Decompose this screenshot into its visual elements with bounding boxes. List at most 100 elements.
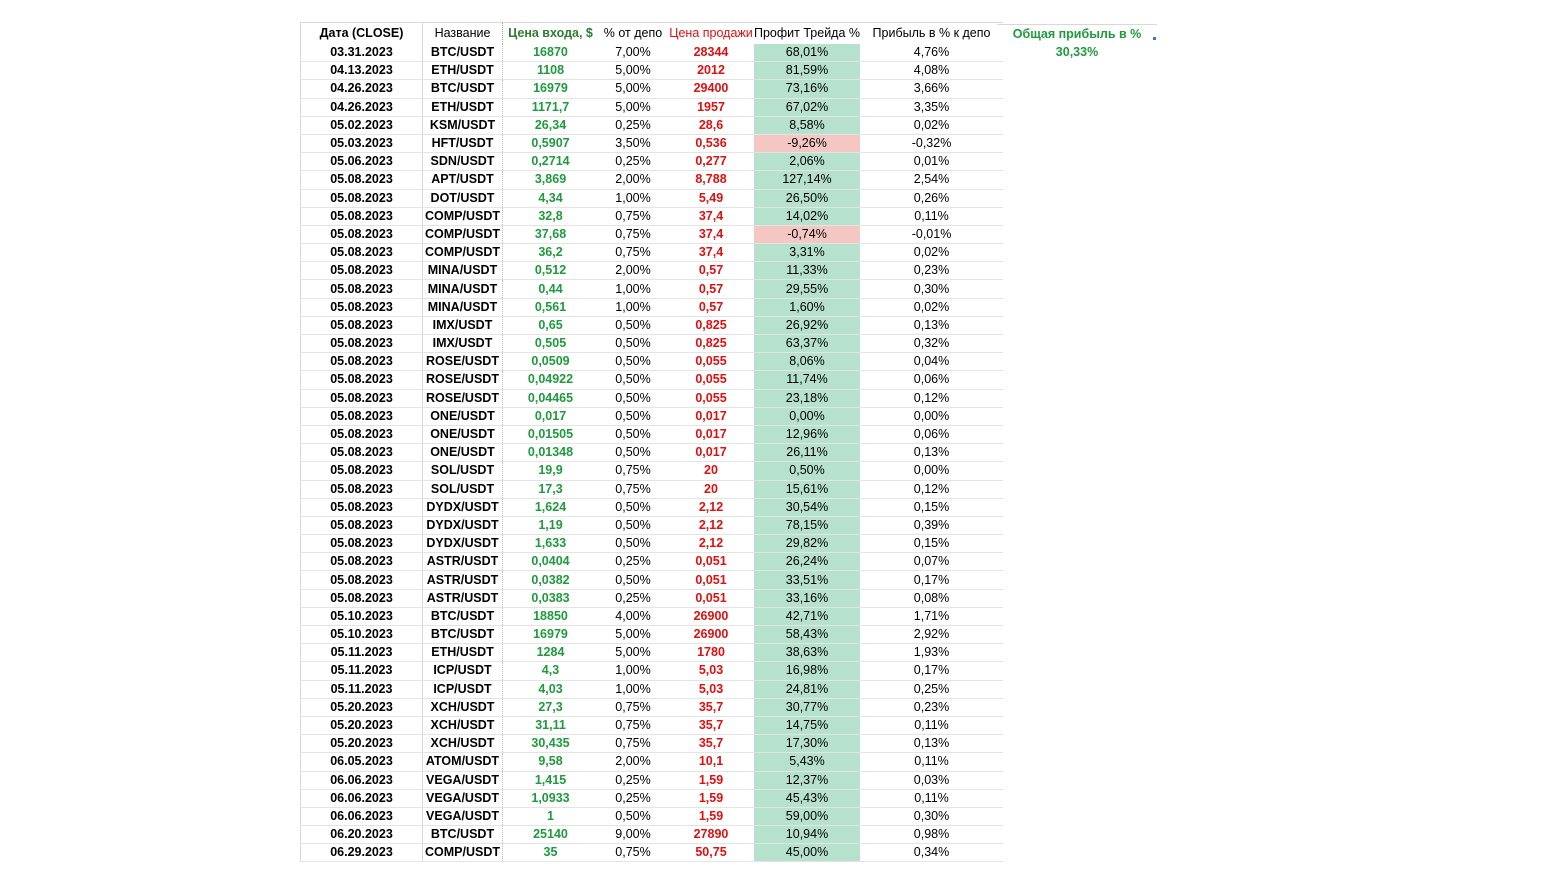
cell-percent-of-deposit[interactable]: 1,00%	[598, 189, 668, 208]
cell-date[interactable]: 05.08.2023	[300, 352, 423, 372]
cell-sell-price[interactable]: 28,6	[668, 116, 754, 135]
cell-date[interactable]: 05.08.2023	[300, 334, 423, 354]
cell-trade-profit[interactable]: 17,30%	[754, 734, 861, 754]
cell-entry-price[interactable]: 26,34	[502, 116, 598, 135]
cell-sell-price[interactable]: 2,12	[668, 516, 754, 536]
cell-percent-of-deposit[interactable]: 4,00%	[598, 607, 668, 627]
cell-percent-of-deposit[interactable]: 0,75%	[598, 716, 668, 736]
cell-name[interactable]: DOT/USDT	[422, 189, 503, 208]
cell-date[interactable]: 05.20.2023	[300, 716, 423, 736]
cell-name[interactable]: SOL/USDT	[422, 461, 503, 481]
cell-entry-price[interactable]: 0,0404	[502, 552, 598, 572]
cell-date[interactable]: 05.10.2023	[300, 607, 423, 627]
cell-percent-of-deposit[interactable]: 0,25%	[598, 552, 668, 572]
cell-entry-price[interactable]: 0,01348	[502, 443, 598, 463]
cell-sell-price[interactable]: 35,7	[668, 734, 754, 754]
cell-name[interactable]: ASTR/USDT	[422, 589, 503, 608]
cell-trade-profit[interactable]: 26,92%	[754, 316, 861, 336]
cell-percent-of-deposit[interactable]: 0,25%	[598, 771, 668, 790]
cell-entry-price[interactable]: 1171,7	[502, 98, 598, 117]
cell-sell-price[interactable]: 0,57	[668, 298, 754, 317]
cell-sell-price[interactable]: 1780	[668, 643, 754, 663]
cell-percent-of-deposit[interactable]: 0,75%	[598, 225, 668, 245]
cell-entry-price[interactable]: 16870	[502, 44, 598, 63]
cell-sell-price[interactable]: 8,788	[668, 170, 754, 190]
cell-sell-price[interactable]: 28344	[668, 44, 754, 63]
cell-entry-price[interactable]: 4,03	[502, 680, 598, 699]
cell-sell-price[interactable]: 1,59	[668, 789, 754, 808]
cell-name[interactable]: XCH/USDT	[422, 716, 503, 736]
cell-entry-price[interactable]: 1,624	[502, 498, 598, 517]
cell-entry-price[interactable]: 0,561	[502, 298, 598, 317]
cell-entry-price[interactable]: 1,633	[502, 534, 598, 554]
cell-percent-of-deposit[interactable]: 0,50%	[598, 498, 668, 517]
cell-deposit-profit[interactable]: 0,11%	[860, 716, 1004, 736]
cell-deposit-profit[interactable]: 0,15%	[860, 534, 1004, 554]
cell-deposit-profit[interactable]: 3,35%	[860, 98, 1004, 117]
cell-entry-price[interactable]: 0,65	[502, 316, 598, 336]
cell-date[interactable]: 05.06.2023	[300, 152, 423, 172]
cell-sell-price[interactable]: 35,7	[668, 698, 754, 717]
cell-trade-profit[interactable]: 127,14%	[754, 170, 861, 190]
cell-trade-profit[interactable]: 11,74%	[754, 370, 861, 390]
cell-trade-profit[interactable]: 30,77%	[754, 698, 861, 717]
cell-trade-profit[interactable]: 29,82%	[754, 534, 861, 554]
cell-deposit-profit[interactable]: 0,23%	[860, 261, 1004, 281]
cell-deposit-profit[interactable]: 0,12%	[860, 389, 1004, 408]
cell-date[interactable]: 05.08.2023	[300, 498, 423, 517]
cell-name[interactable]: VEGA/USDT	[422, 789, 503, 808]
cell-date[interactable]: 04.26.2023	[300, 79, 423, 99]
cell-sell-price[interactable]: 0,825	[668, 334, 754, 354]
cell-sell-price[interactable]: 0,57	[668, 279, 754, 299]
cell-percent-of-deposit[interactable]: 0,50%	[598, 407, 668, 426]
cell-date[interactable]: 05.08.2023	[300, 480, 423, 499]
cell-entry-price[interactable]: 9,58	[502, 752, 598, 772]
cell-date[interactable]: 06.20.2023	[300, 825, 423, 845]
cell-entry-price[interactable]: 1284	[502, 643, 598, 663]
cell-date[interactable]: 05.03.2023	[300, 134, 423, 154]
cell-date[interactable]: 04.13.2023	[300, 61, 423, 81]
cell-entry-price[interactable]: 4,3	[502, 661, 598, 681]
cell-name[interactable]: ETH/USDT	[422, 61, 503, 81]
cell-date[interactable]: 05.20.2023	[300, 734, 423, 754]
cell-deposit-profit[interactable]: -0,01%	[860, 225, 1004, 245]
cell-percent-of-deposit[interactable]: 1,00%	[598, 279, 668, 299]
cell-sell-price[interactable]: 0,055	[668, 370, 754, 390]
cell-percent-of-deposit[interactable]: 0,50%	[598, 389, 668, 408]
cell-trade-profit[interactable]: 30,54%	[754, 498, 861, 517]
cell-trade-profit[interactable]: -0,74%	[754, 225, 861, 245]
cell-trade-profit[interactable]: 16,98%	[754, 661, 861, 681]
cell-name[interactable]: BTC/USDT	[422, 825, 503, 845]
cell-date[interactable]: 05.08.2023	[300, 570, 423, 590]
cell-trade-profit[interactable]: 12,37%	[754, 771, 861, 790]
cell-entry-price[interactable]: 37,68	[502, 225, 598, 245]
cell-deposit-profit[interactable]: 0,98%	[860, 825, 1004, 845]
cell-name[interactable]: ASTR/USDT	[422, 570, 503, 590]
cell-trade-profit[interactable]: 24,81%	[754, 680, 861, 699]
cell-name[interactable]: COMP/USDT	[422, 225, 503, 245]
cell-entry-price[interactable]: 30,435	[502, 734, 598, 754]
cell-entry-price[interactable]: 16979	[502, 79, 598, 99]
cell-percent-of-deposit[interactable]: 5,00%	[598, 643, 668, 663]
cell-date[interactable]: 05.10.2023	[300, 625, 423, 645]
cell-name[interactable]: ROSE/USDT	[422, 352, 503, 372]
cell-sell-price[interactable]: 0,017	[668, 443, 754, 463]
cell-trade-profit[interactable]: 45,43%	[754, 789, 861, 808]
cell-percent-of-deposit[interactable]: 0,50%	[598, 316, 668, 336]
header-percent-of-deposit[interactable]: % от депо	[598, 22, 668, 44]
cell-entry-price[interactable]: 17,3	[502, 480, 598, 499]
cell-trade-profit[interactable]: 63,37%	[754, 334, 861, 354]
cell-date[interactable]: 05.08.2023	[300, 225, 423, 245]
cell-date[interactable]: 05.08.2023	[300, 207, 423, 226]
cell-trade-profit[interactable]: 10,94%	[754, 825, 861, 845]
cell-name[interactable]: KSM/USDT	[422, 116, 503, 135]
cell-deposit-profit[interactable]: 1,93%	[860, 643, 1004, 663]
cell-name[interactable]: APT/USDT	[422, 170, 503, 190]
cell-percent-of-deposit[interactable]: 0,75%	[598, 207, 668, 226]
cell-percent-of-deposit[interactable]: 0,75%	[598, 843, 668, 863]
cell-sell-price[interactable]: 0,055	[668, 389, 754, 408]
cell-trade-profit[interactable]: 2,06%	[754, 152, 861, 172]
cell-deposit-profit[interactable]: 0,12%	[860, 480, 1004, 499]
cell-name[interactable]: SOL/USDT	[422, 480, 503, 499]
cell-date[interactable]: 05.08.2023	[300, 261, 423, 281]
